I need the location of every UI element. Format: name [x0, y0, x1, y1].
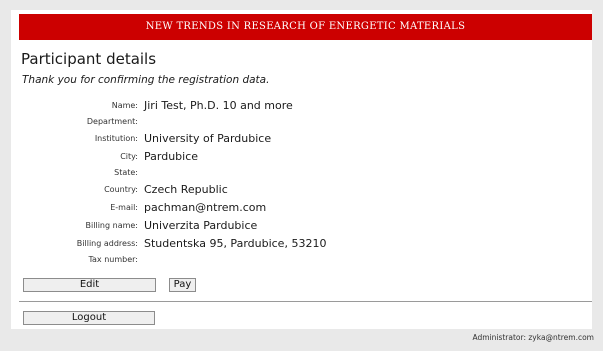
- conference-banner: NEW TRENDS IN RESEARCH OF ENERGETIC MATE…: [19, 14, 592, 40]
- field-row-state: State:: [11, 165, 411, 180]
- field-row-billing-address: Billing address: Studentska 95, Pardubic…: [11, 234, 411, 252]
- field-value-institution: University of Pardubice: [144, 131, 272, 145]
- field-value-billing-address: Studentska 95, Pardubice, 53210: [144, 236, 327, 250]
- field-row-institution: Institution: University of Pardubice: [11, 129, 411, 147]
- section-divider: [19, 301, 592, 302]
- field-label: Tax number:: [88, 255, 138, 264]
- field-row-billing-name: Billing name: Univerzita Pardubice: [11, 216, 411, 234]
- field-value-name: Jiri Test, Ph.D. 10 and more: [144, 98, 293, 112]
- page-card: NEW TRENDS IN RESEARCH OF ENERGETIC MATE…: [11, 10, 592, 329]
- field-label: Billing name:: [85, 220, 138, 230]
- field-label: Country:: [104, 184, 138, 194]
- edit-button[interactable]: Edit: [23, 278, 156, 292]
- field-row-name: Name: Jiri Test, Ph.D. 10 and more: [11, 96, 411, 114]
- logout-button[interactable]: Logout: [23, 311, 155, 325]
- field-row-email: E-mail: pachman@ntrem.com: [11, 198, 411, 216]
- field-value-country: Czech Republic: [144, 182, 228, 196]
- pay-button[interactable]: Pay: [169, 278, 196, 292]
- field-label: State:: [114, 168, 138, 177]
- field-row-department: Department:: [11, 114, 411, 129]
- field-label: Department:: [86, 117, 138, 126]
- field-row-city: City: Pardubice: [11, 147, 411, 165]
- field-label: Institution:: [94, 133, 138, 143]
- field-row-tax-number: Tax number:: [11, 252, 411, 267]
- field-label: E-mail:: [110, 202, 138, 212]
- participant-details: Name: Jiri Test, Ph.D. 10 and more Depar…: [11, 96, 411, 267]
- field-label: Name:: [111, 100, 138, 110]
- field-value-email: pachman@ntrem.com: [144, 200, 267, 214]
- administrator-contact: Administrator: zyka@ntrem.com: [472, 333, 594, 342]
- field-value-city: Pardubice: [144, 149, 199, 163]
- page-title: Participant details: [21, 50, 157, 68]
- field-label: City:: [120, 151, 138, 161]
- field-value-billing-name: Univerzita Pardubice: [144, 218, 258, 232]
- field-row-country: Country: Czech Republic: [11, 180, 411, 198]
- field-label: Billing address:: [76, 238, 138, 248]
- confirmation-message: Thank you for confirming the registratio…: [22, 74, 270, 86]
